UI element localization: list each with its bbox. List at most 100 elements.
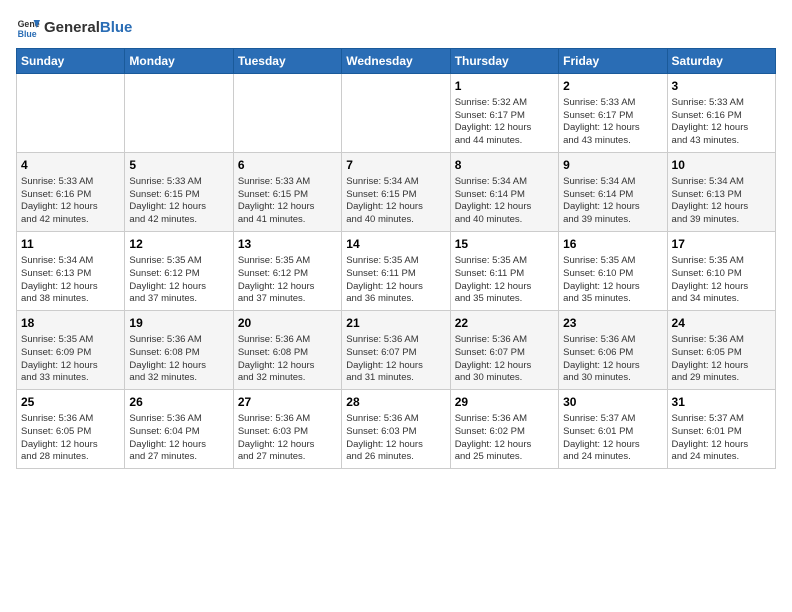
day-info: Sunrise: 5:33 AMSunset: 6:15 PMDaylight:… — [129, 176, 228, 227]
day-number: 25 — [21, 394, 120, 411]
day-info: Sunrise: 5:36 AMSunset: 6:04 PMDaylight:… — [129, 413, 228, 464]
day-info: Sunrise: 5:37 AMSunset: 6:01 PMDaylight:… — [563, 413, 662, 464]
calendar-cell: 9 Sunrise: 5:34 AMSunset: 6:14 PMDaylight… — [559, 153, 667, 232]
day-number: 21 — [346, 315, 445, 332]
calendar-cell: 11 Sunrise: 5:34 AMSunset: 6:13 PMDayligh… — [17, 232, 125, 311]
day-number: 27 — [238, 394, 337, 411]
column-header-friday: Friday — [559, 49, 667, 74]
calendar-table: SundayMondayTuesdayWednesdayThursdayFrid… — [16, 48, 776, 469]
calendar-cell: 10 Sunrise: 5:34 AMSunset: 6:13 PMDayligh… — [667, 153, 775, 232]
day-info: Sunrise: 5:36 AMSunset: 6:03 PMDaylight:… — [346, 413, 445, 464]
day-number: 3 — [672, 78, 771, 95]
day-number: 31 — [672, 394, 771, 411]
day-number: 8 — [455, 157, 554, 174]
day-number: 1 — [455, 78, 554, 95]
logo: General Blue General Blue — [16, 16, 132, 40]
day-number: 18 — [21, 315, 120, 332]
day-number: 5 — [129, 157, 228, 174]
day-info: Sunrise: 5:36 AMSunset: 6:02 PMDaylight:… — [455, 413, 554, 464]
day-info: Sunrise: 5:33 AMSunset: 6:16 PMDaylight:… — [672, 97, 771, 148]
calendar-cell: 8 Sunrise: 5:34 AMSunset: 6:14 PMDaylight… — [450, 153, 558, 232]
day-number: 11 — [21, 236, 120, 253]
day-info: Sunrise: 5:35 AMSunset: 6:12 PMDaylight:… — [238, 255, 337, 306]
calendar-cell: 15Sunrise: 5:35 AMSunset: 6:11 PMDayligh… — [450, 232, 558, 311]
day-number: 15 — [455, 236, 554, 253]
day-info: Sunrise: 5:34 AMSunset: 6:15 PMDaylight:… — [346, 176, 445, 227]
calendar-cell: 29 Sunrise: 5:36 AMSunset: 6:02 PMDayligh… — [450, 390, 558, 469]
day-info: Sunrise: 5:35 AMSunset: 6:10 PMDaylight:… — [563, 255, 662, 306]
calendar-cell — [233, 74, 341, 153]
calendar-cell: 5 Sunrise: 5:33 AMSunset: 6:15 PMDaylight… — [125, 153, 233, 232]
day-info: Sunrise: 5:34 AMSunset: 6:13 PMDaylight:… — [21, 255, 120, 306]
day-info: Sunrise: 5:35 AMSunset: 6:10 PMDaylight:… — [672, 255, 771, 306]
calendar-cell: 25 Sunrise: 5:36 AMSunset: 6:05 PMDayligh… — [17, 390, 125, 469]
day-number: 16 — [563, 236, 662, 253]
calendar-cell: 20 Sunrise: 5:36 AMSunset: 6:08 PMDayligh… — [233, 311, 341, 390]
day-number: 2 — [563, 78, 662, 95]
column-header-monday: Monday — [125, 49, 233, 74]
calendar-cell: 21Sunrise: 5:36 AMSunset: 6:07 PMDayligh… — [342, 311, 450, 390]
day-number: 6 — [238, 157, 337, 174]
day-info: Sunrise: 5:36 AMSunset: 6:06 PMDaylight:… — [563, 334, 662, 385]
calendar-cell — [342, 74, 450, 153]
day-info: Sunrise: 5:36 AMSunset: 6:08 PMDaylight:… — [129, 334, 228, 385]
day-info: Sunrise: 5:35 AMSunset: 6:12 PMDaylight:… — [129, 255, 228, 306]
day-number: 24 — [672, 315, 771, 332]
day-info: Sunrise: 5:36 AMSunset: 6:07 PMDaylight:… — [455, 334, 554, 385]
day-number: 10 — [672, 157, 771, 174]
calendar-cell: 13 Sunrise: 5:35 AMSunset: 6:12 PMDayligh… — [233, 232, 341, 311]
calendar-cell: 4 Sunrise: 5:33 AMSunset: 6:16 PMDaylight… — [17, 153, 125, 232]
calendar-cell: 2 Sunrise: 5:33 AMSunset: 6:17 PMDaylight… — [559, 74, 667, 153]
calendar-cell: 28 Sunrise: 5:36 AMSunset: 6:03 PMDayligh… — [342, 390, 450, 469]
calendar-cell: 16 Sunrise: 5:35 AMSunset: 6:10 PMDayligh… — [559, 232, 667, 311]
day-number: 26 — [129, 394, 228, 411]
day-info: Sunrise: 5:35 AMSunset: 6:11 PMDaylight:… — [346, 255, 445, 306]
day-number: 30 — [563, 394, 662, 411]
day-number: 13 — [238, 236, 337, 253]
day-info: Sunrise: 5:34 AMSunset: 6:14 PMDaylight:… — [563, 176, 662, 227]
calendar-cell: 7 Sunrise: 5:34 AMSunset: 6:15 PMDaylight… — [342, 153, 450, 232]
logo-general-text: General — [44, 19, 100, 36]
day-info: Sunrise: 5:35 AMSunset: 6:09 PMDaylight:… — [21, 334, 120, 385]
day-number: 14 — [346, 236, 445, 253]
calendar-cell: 27 Sunrise: 5:36 AMSunset: 6:03 PMDayligh… — [233, 390, 341, 469]
day-number: 17 — [672, 236, 771, 253]
calendar-cell: 17 Sunrise: 5:35 AMSunset: 6:10 PMDayligh… — [667, 232, 775, 311]
calendar-cell — [125, 74, 233, 153]
column-header-wednesday: Wednesday — [342, 49, 450, 74]
day-info: Sunrise: 5:36 AMSunset: 6:03 PMDaylight:… — [238, 413, 337, 464]
day-info: Sunrise: 5:34 AMSunset: 6:13 PMDaylight:… — [672, 176, 771, 227]
column-header-thursday: Thursday — [450, 49, 558, 74]
day-number: 4 — [21, 157, 120, 174]
day-info: Sunrise: 5:37 AMSunset: 6:01 PMDaylight:… — [672, 413, 771, 464]
day-info: Sunrise: 5:36 AMSunset: 6:05 PMDaylight:… — [672, 334, 771, 385]
day-info: Sunrise: 5:36 AMSunset: 6:05 PMDaylight:… — [21, 413, 120, 464]
svg-text:Blue: Blue — [18, 29, 37, 39]
calendar-cell — [17, 74, 125, 153]
day-number: 29 — [455, 394, 554, 411]
calendar-cell: 30 Sunrise: 5:37 AMSunset: 6:01 PMDayligh… — [559, 390, 667, 469]
calendar-cell: 19Sunrise: 5:36 AMSunset: 6:08 PMDayligh… — [125, 311, 233, 390]
day-number: 7 — [346, 157, 445, 174]
calendar-cell: 1 Sunrise: 5:32 AMSunset: 6:17 PMDaylight… — [450, 74, 558, 153]
calendar-cell: 22 Sunrise: 5:36 AMSunset: 6:07 PMDayligh… — [450, 311, 558, 390]
day-info: Sunrise: 5:33 AMSunset: 6:16 PMDaylight:… — [21, 176, 120, 227]
day-info: Sunrise: 5:33 AMSunset: 6:17 PMDaylight:… — [563, 97, 662, 148]
day-info: Sunrise: 5:36 AMSunset: 6:08 PMDaylight:… — [238, 334, 337, 385]
day-info: Sunrise: 5:32 AMSunset: 6:17 PMDaylight:… — [455, 97, 554, 148]
logo-icon: General Blue — [16, 16, 40, 40]
calendar-cell: 24 Sunrise: 5:36 AMSunset: 6:05 PMDayligh… — [667, 311, 775, 390]
calendar-cell: 23 Sunrise: 5:36 AMSunset: 6:06 PMDayligh… — [559, 311, 667, 390]
day-number: 20 — [238, 315, 337, 332]
page-header: General Blue General Blue — [16, 16, 776, 40]
day-number: 9 — [563, 157, 662, 174]
calendar-cell: 3 Sunrise: 5:33 AMSunset: 6:16 PMDaylight… — [667, 74, 775, 153]
day-number: 22 — [455, 315, 554, 332]
day-info: Sunrise: 5:34 AMSunset: 6:14 PMDaylight:… — [455, 176, 554, 227]
column-header-saturday: Saturday — [667, 49, 775, 74]
calendar-cell: 12Sunrise: 5:35 AMSunset: 6:12 PMDayligh… — [125, 232, 233, 311]
calendar-cell: 6Sunrise: 5:33 AMSunset: 6:15 PMDaylight… — [233, 153, 341, 232]
day-number: 28 — [346, 394, 445, 411]
calendar-cell: 31 Sunrise: 5:37 AMSunset: 6:01 PMDayligh… — [667, 390, 775, 469]
day-number: 23 — [563, 315, 662, 332]
